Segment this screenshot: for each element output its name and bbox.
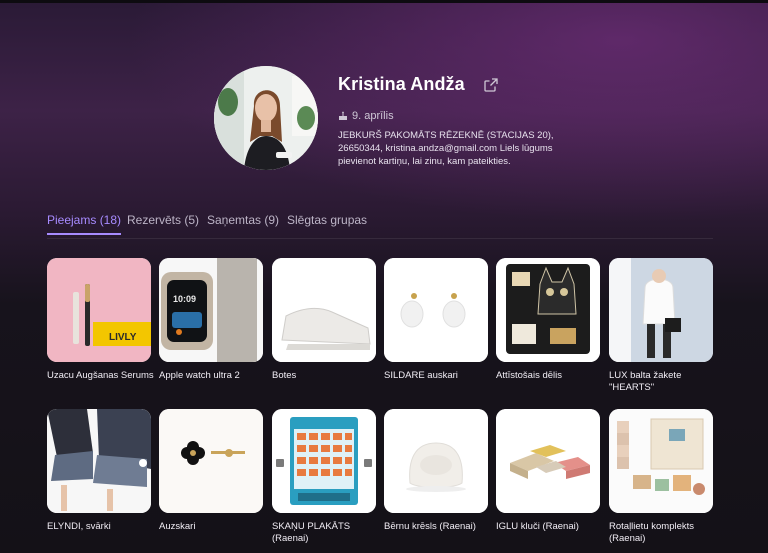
item-title: Attīstošais dēlis xyxy=(496,370,562,381)
item-image[interactable]: LIVLY xyxy=(47,258,151,362)
watch-time: 10:09 xyxy=(173,294,196,304)
serum-box-label: LIVLY xyxy=(109,332,137,343)
item-image[interactable] xyxy=(384,258,488,362)
next-image-icon[interactable] xyxy=(139,459,147,467)
profile-header: Kristina Andža 9. aprīlis JEBKURŠ PAKOMĀ… xyxy=(214,66,734,176)
item-card[interactable]: Bērnu krēsls (Raenai) xyxy=(384,409,490,533)
prev-image-icon[interactable] xyxy=(276,459,284,467)
birthday-text: 9. aprīlis xyxy=(352,110,394,122)
item-card[interactable]: 10:09 Apple watch ultra 2 xyxy=(159,258,265,382)
item-image[interactable] xyxy=(384,409,488,513)
item-title: SILDARE auskari xyxy=(384,370,458,381)
cake-icon xyxy=(339,111,347,120)
item-card[interactable]: Rotaļlietu komplekts (Raenai) xyxy=(609,409,715,545)
tab-closed-groups[interactable]: Slēgtas grupas xyxy=(287,213,367,235)
item-image[interactable] xyxy=(496,409,600,513)
item-title: Uzacu Augšanas Serums xyxy=(47,370,154,381)
item-image[interactable] xyxy=(272,258,376,362)
wishlist-tabs: Pieejams (18) Rezervēts (5) Saņemtas (9)… xyxy=(47,213,713,239)
item-title: Auzskari xyxy=(159,521,196,532)
item-card[interactable]: LUX balta žakete "HEARTS" xyxy=(609,258,715,394)
item-card[interactable]: ELYNDI, svārki xyxy=(47,409,153,533)
item-card[interactable]: IGLU kluči (Raenai) xyxy=(496,409,602,533)
profile-bio: JEBKURŠ PAKOMĀTS RĒZEKNĒ (STACIJAS 20), … xyxy=(338,130,554,167)
tab-reserved[interactable]: Rezervēts (5) xyxy=(127,213,199,235)
item-title: Apple watch ultra 2 xyxy=(159,370,240,381)
profile-name: Kristina Andža xyxy=(338,74,465,94)
name-row: Kristina Andža xyxy=(338,74,499,95)
item-title: Bērnu krēsls (Raenai) xyxy=(384,521,476,532)
item-image[interactable] xyxy=(496,258,600,362)
birthday: 9. aprīlis xyxy=(338,110,394,122)
item-image[interactable]: 10:09 xyxy=(159,258,263,362)
item-card[interactable]: Botes xyxy=(272,258,378,382)
item-card[interactable]: SILDARE auskari xyxy=(384,258,490,382)
tab-received[interactable]: Saņemtas (9) xyxy=(207,213,279,235)
item-image[interactable] xyxy=(159,409,263,513)
item-title: ELYNDI, svārki xyxy=(47,521,111,532)
item-image[interactable] xyxy=(47,409,151,513)
item-card[interactable]: Attīstošais dēlis xyxy=(496,258,602,382)
item-title: Botes xyxy=(272,370,297,381)
item-title: LUX balta žakete "HEARTS" xyxy=(609,370,682,393)
external-link-icon[interactable] xyxy=(483,77,499,93)
item-title: Rotaļlietu komplekts (Raenai) xyxy=(609,521,695,544)
item-card[interactable]: SKAŅU PLAKĀTS (Raenai) xyxy=(272,409,378,545)
avatar xyxy=(214,66,318,170)
item-title: IGLU kluči (Raenai) xyxy=(496,521,579,532)
item-image[interactable] xyxy=(609,258,713,362)
item-title: SKAŅU PLAKĀTS (Raenai) xyxy=(272,521,351,544)
item-card[interactable]: Auzskari xyxy=(159,409,265,533)
top-bar xyxy=(0,0,768,3)
next-image-icon[interactable] xyxy=(364,459,372,467)
item-card[interactable]: LIVLY Uzacu Augšanas Serums xyxy=(47,258,154,382)
item-image[interactable] xyxy=(272,409,376,513)
tab-available[interactable]: Pieejams (18) xyxy=(47,213,122,235)
item-image[interactable] xyxy=(609,409,713,513)
